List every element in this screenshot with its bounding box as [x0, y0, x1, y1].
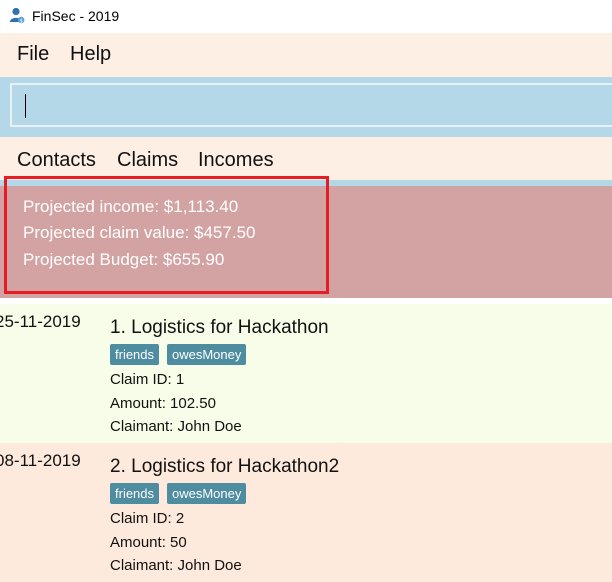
- claim-title: 2. Logistics for Hackathon2: [110, 456, 340, 477]
- menu-file[interactable]: File: [17, 43, 49, 66]
- command-input[interactable]: [10, 83, 612, 127]
- projected-budget: Projected Budget: $655.90: [23, 250, 225, 269]
- menu-bar: File Help: [0, 33, 612, 77]
- claim-card[interactable]: 08-11-2019 2. Logistics for Hackathon2 f…: [0, 443, 612, 582]
- command-area: [0, 77, 612, 137]
- claim-claimant: Claimant: John Doe: [110, 557, 242, 574]
- claim-claimant: Claimant: John Doe: [110, 418, 242, 435]
- claim-id: Claim ID: 2: [110, 510, 185, 527]
- claims-list[interactable]: 25-11-2019 1. Logistics for Hackathon fr…: [0, 304, 612, 582]
- menu-help[interactable]: Help: [70, 43, 111, 66]
- projected-income: Projected income: $1,113.40: [23, 197, 239, 216]
- window-titlebar: $ FinSec - 2019: [0, 0, 612, 33]
- tag-friends: friends: [110, 344, 160, 365]
- claim-amount: Amount: 102.50: [110, 395, 216, 412]
- claim-title: 1. Logistics for Hackathon: [110, 317, 329, 338]
- claim-id: Claim ID: 1: [110, 371, 185, 388]
- tab-incomes[interactable]: Incomes: [198, 149, 274, 172]
- claim-date: 25-11-2019: [0, 312, 81, 331]
- tag-owes-money: owesMoney: [167, 344, 247, 365]
- claim-card[interactable]: 25-11-2019 1. Logistics for Hackathon fr…: [0, 304, 612, 443]
- text-caret: [25, 94, 26, 118]
- tab-claims[interactable]: Claims: [117, 149, 178, 172]
- tab-bar: Contacts Claims Incomes: [0, 137, 612, 180]
- svg-text:$: $: [20, 18, 23, 24]
- window-title: FinSec - 2019: [32, 8, 120, 24]
- tag-owes-money: owesMoney: [167, 483, 247, 504]
- tag-friends: friends: [110, 483, 160, 504]
- finsec-app-icon: $: [10, 7, 25, 24]
- projected-claim-value: Projected claim value: $457.50: [23, 223, 256, 242]
- claim-amount: Amount: 50: [110, 534, 187, 551]
- claim-date: 08-11-2019: [0, 451, 81, 470]
- tab-contacts[interactable]: Contacts: [17, 149, 96, 172]
